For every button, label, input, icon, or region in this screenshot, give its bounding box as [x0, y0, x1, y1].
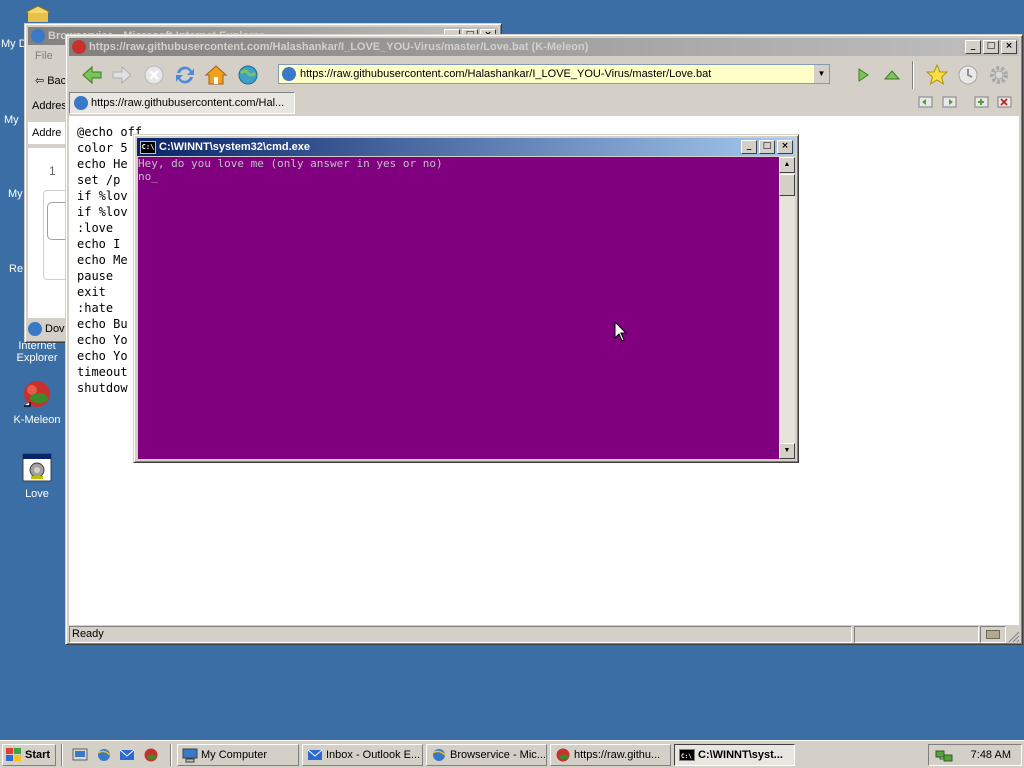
resize-grip-icon[interactable]: [1006, 629, 1020, 643]
taskbar-separator-2: [170, 744, 172, 766]
computer-icon: [182, 747, 198, 763]
scroll-up-icon[interactable]: ▲: [779, 157, 795, 173]
desktop-icon-k-meleon[interactable]: K-Meleon: [0, 378, 74, 426]
desktop-label-my-documents[interactable]: My D: [1, 38, 27, 50]
status-security-panel: [980, 626, 1006, 643]
cmd-titlebar[interactable]: C:\ C:\WINNT\system32\cmd.exe _ □ ×: [137, 138, 795, 156]
taskbar-button-outlook[interactable]: Inbox - Outlook E...: [302, 744, 423, 766]
taskbar-button-kmeleon[interactable]: https://raw.githu...: [550, 744, 671, 766]
desktop-label-my-computer[interactable]: My: [4, 114, 19, 126]
taskbar-button-label: My Computer: [201, 749, 268, 761]
network-tray-icon[interactable]: [935, 747, 953, 763]
security-icon: [986, 630, 1000, 639]
scroll-down-icon[interactable]: ▼: [779, 443, 795, 459]
tab-nav-prev-icon[interactable]: [918, 94, 934, 110]
go-icon[interactable]: [851, 63, 875, 87]
url-field[interactable]: https://raw.githubusercontent.com/Halash…: [278, 64, 830, 84]
taskbar-button-computer[interactable]: My Computer: [177, 744, 299, 766]
url-text: https://raw.githubusercontent.com/Halash…: [300, 68, 712, 80]
back-arrow-icon: ⇦: [35, 75, 45, 87]
up-icon[interactable]: [880, 63, 904, 87]
ie-address-label-inner: Addre: [32, 127, 62, 139]
system-tray: 7:48 AM: [928, 744, 1022, 766]
outlook-icon: [307, 747, 323, 763]
cmd-minimize-button[interactable]: _: [741, 140, 757, 154]
kmeleon-maximize-button[interactable]: □: [983, 40, 999, 54]
close-tab-icon[interactable]: [997, 94, 1013, 110]
kmeleon-close-button[interactable]: ×: [1001, 40, 1017, 54]
cmd-title-icon: C:\: [140, 140, 156, 154]
desktop-icon-love[interactable]: Love: [0, 452, 74, 500]
ie-address-label: Addres: [32, 100, 67, 112]
scroll-thumb[interactable]: [779, 174, 795, 196]
windows-logo-icon: [6, 748, 22, 762]
taskbar-button-label: https://raw.githu...: [574, 749, 661, 761]
kmeleon-icon: [21, 378, 53, 410]
start-button[interactable]: Start: [2, 744, 56, 766]
cmd-console[interactable]: Hey, do you love me (only answer in yes …: [138, 157, 779, 459]
bookmarks-star-icon[interactable]: [925, 63, 949, 87]
ie-line-number: 1: [49, 164, 56, 178]
outlook-quicklaunch-icon[interactable]: [119, 747, 135, 763]
cmd-input-line[interactable]: no_: [138, 170, 779, 183]
kmeleon-title-icon: [72, 40, 86, 54]
globe-go-icon[interactable]: [236, 63, 260, 87]
kmeleon-titlebar[interactable]: https://raw.githubusercontent.com/Halash…: [69, 38, 1019, 56]
taskbar-button-label: Browservice - Mic...: [450, 749, 546, 761]
cmd-title: C:\WINNT\system32\cmd.exe: [159, 141, 310, 153]
back-icon[interactable]: [80, 63, 104, 87]
cmd-close-button[interactable]: ×: [777, 140, 793, 154]
url-dropdown-button[interactable]: ▼: [813, 65, 829, 83]
desktop-label-my-network[interactable]: My: [8, 188, 23, 200]
show-desktop-icon[interactable]: [72, 747, 88, 763]
tab-love-bat[interactable]: https://raw.githubusercontent.com/Hal...: [69, 92, 295, 114]
kmeleon-icon: [555, 747, 571, 763]
tab-nav-next-icon[interactable]: [942, 94, 958, 110]
history-clock-icon[interactable]: [956, 63, 980, 87]
forward-icon[interactable]: [110, 63, 134, 87]
status-text: Ready: [69, 626, 852, 643]
ie-page-icon: [28, 322, 42, 336]
home-icon[interactable]: [204, 63, 228, 87]
toolbar-separator: [912, 61, 914, 89]
status-progress: [854, 626, 979, 643]
ie-icon: [431, 747, 447, 763]
ie-menu-file[interactable]: File: [35, 50, 53, 62]
mouse-cursor-icon: [614, 320, 628, 343]
kmeleon-minimize-button[interactable]: _: [965, 40, 981, 54]
taskbar-button-label: C:\WINNT\syst...: [698, 749, 783, 761]
taskbar-button-cmd[interactable]: C:\ C:\WINNT\syst...: [674, 744, 795, 766]
taskbar: Start My Computer Inbox - Outlook E... Bro…: [0, 740, 1024, 768]
taskbar-button-label: Inbox - Outlook E...: [326, 749, 421, 761]
ie-back-button[interactable]: ⇦ Bac: [35, 74, 66, 88]
desktop-label-recycle-bin[interactable]: Re: [9, 263, 23, 275]
clock[interactable]: 7:48 AM: [971, 749, 1011, 761]
ie-status-bar: Dov: [28, 322, 65, 336]
taskbar-separator: [61, 744, 63, 766]
my-documents-icon[interactable]: [24, 4, 52, 24]
ie-title-icon: [31, 29, 45, 43]
new-tab-icon[interactable]: [974, 94, 990, 110]
stop-icon[interactable]: [142, 63, 166, 87]
kmeleon-quicklaunch-icon[interactable]: [143, 747, 159, 763]
cmd-prompt-line: Hey, do you love me (only answer in yes …: [138, 157, 443, 170]
kmeleon-title: https://raw.githubusercontent.com/Halash…: [89, 41, 589, 53]
page-globe-icon: [282, 67, 296, 81]
ie-quicklaunch-icon[interactable]: [96, 747, 112, 763]
taskbar-button-ie[interactable]: Browservice - Mic...: [426, 744, 547, 766]
batch-file-icon: [21, 452, 53, 484]
tab-globe-icon: [74, 96, 88, 110]
cmd-maximize-button[interactable]: □: [759, 140, 775, 154]
svg-text:C:\: C:\: [681, 753, 692, 760]
settings-gear-icon[interactable]: [987, 63, 1011, 87]
cmd-scrollbar[interactable]: ▲ ▼: [779, 157, 795, 459]
cmd-window[interactable]: C:\ C:\WINNT\system32\cmd.exe _ □ × Hey,…: [133, 134, 799, 463]
cmd-icon: C:\: [679, 747, 695, 763]
reload-icon[interactable]: [173, 63, 197, 87]
